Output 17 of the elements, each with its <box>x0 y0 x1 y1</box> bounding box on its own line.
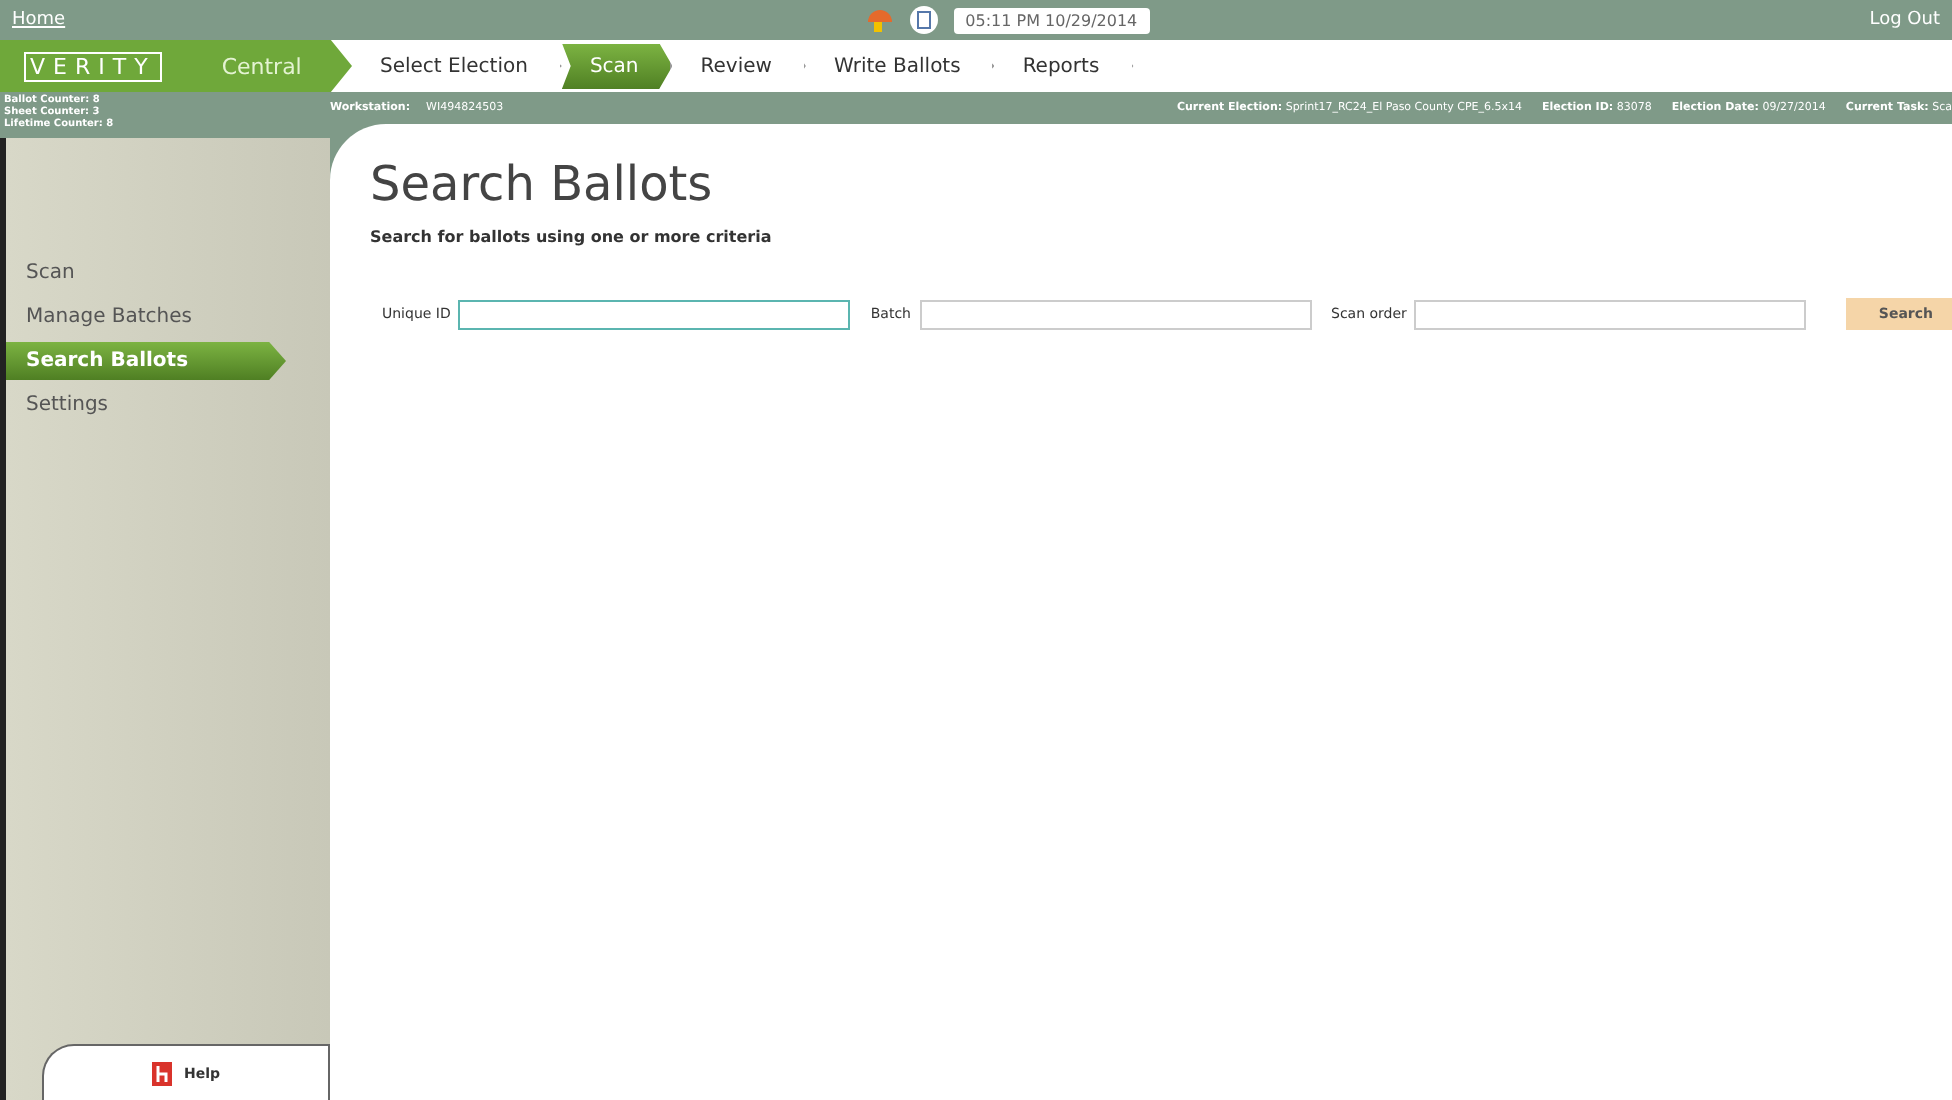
input-field[interactable] <box>919 299 1311 329</box>
input-field[interactable] <box>1414 299 1807 329</box>
sidebar-item[interactable]: Settings <box>6 386 286 424</box>
logout-link[interactable]: Log Out <box>1869 10 1940 30</box>
sidebar-item[interactable]: Scan <box>6 254 286 292</box>
home-link[interactable]: Home <box>12 10 66 30</box>
sidebar-item[interactable]: Search Ballots <box>6 342 286 380</box>
document-icon[interactable] <box>909 6 938 34</box>
product-name: Central <box>221 53 302 79</box>
step-tab[interactable]: Scan <box>561 43 673 89</box>
page-subtitle: Search for ballots using one or more criteria <box>370 228 774 246</box>
logo-text: VERITY <box>24 51 162 81</box>
page-title: Search Ballots <box>370 156 715 212</box>
clock-display: 05:11 PM 10/29/2014 <box>953 7 1150 33</box>
help-icon <box>151 1061 172 1085</box>
sidebar-item[interactable]: Manage Batches <box>6 298 286 336</box>
input-field[interactable] <box>458 299 851 329</box>
